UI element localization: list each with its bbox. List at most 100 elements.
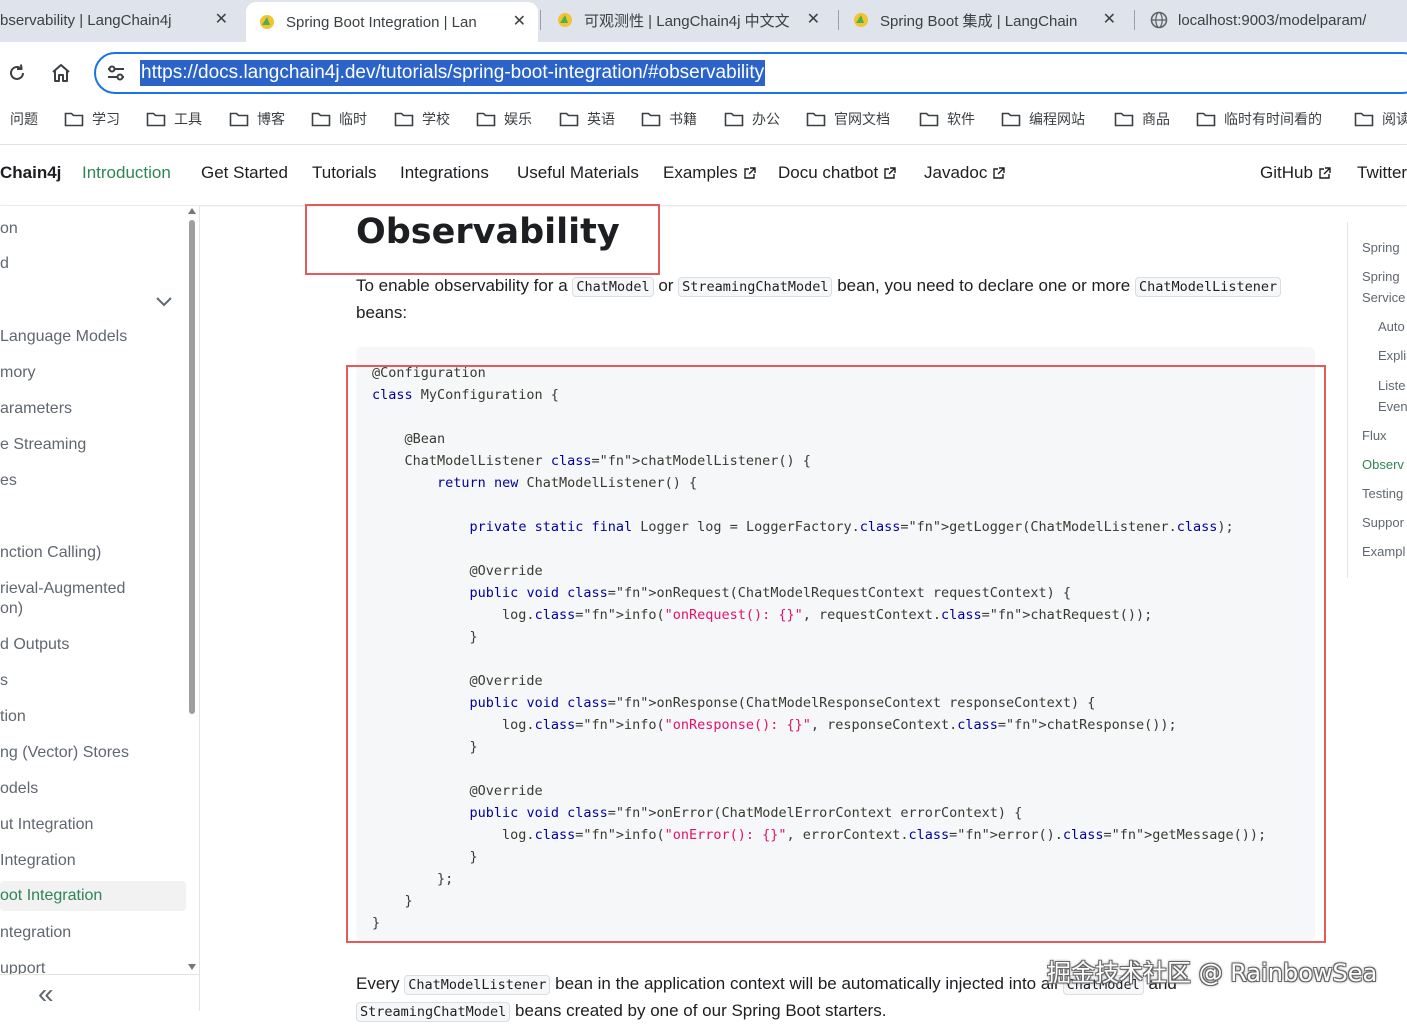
annotation-box-code [346,365,1326,943]
collapse-sidebar-icon[interactable]: « [38,978,54,1010]
sidebar-collapse-bar [0,974,199,1012]
sidebar-item[interactable]: Integration [0,851,76,871]
tab-observability[interactable]: bservability | LangChain4j ✕ [0,0,240,40]
external-link-icon [1319,166,1331,179]
bottom-paragraph-2: StreamingChatModel beans created by one … [356,997,886,1026]
reload-icon[interactable] [6,62,28,84]
bookmark-folder[interactable]: 软件 [919,108,975,130]
sidebar-item[interactable]: ntegration [0,923,71,943]
sidebar-item[interactable]: mory [0,363,36,383]
url-text[interactable]: https://docs.langchain4j.dev/tutorials/s… [140,60,766,86]
body-text: Every [356,974,400,993]
sidebar-item[interactable]: odels [0,779,38,799]
bookmark-folder[interactable]: 编程网站 [1001,108,1085,130]
watermark: 掘金技术社区 @ RainbowSea [1047,959,1378,987]
sidebar-item[interactable]: es [0,471,17,491]
bookmark-folder[interactable]: 书籍 [641,108,697,130]
bookmark-folder[interactable]: 临时有时间看的 [1196,108,1322,130]
sidebar-item[interactable]: s [0,671,8,691]
inline-code: ChatModelListener [404,975,551,995]
sidebar-item[interactable]: nction Calling) [0,543,101,563]
toc-item[interactable]: Suppor [1362,512,1404,533]
nav-examples[interactable]: Examples [663,163,756,183]
intro-paragraph: To enable observability for a ChatModel … [356,272,1282,301]
nav-docu-chatbot[interactable]: Docu chatbot [778,163,896,183]
nav-tutorials[interactable]: Tutorials [312,163,377,183]
bookmark-folder[interactable]: 学校 [394,108,450,130]
toc-item[interactable]: Flux [1362,425,1387,446]
intro-text: To enable observability for a [356,276,568,295]
toc-item[interactable]: Spring [1362,237,1400,258]
close-icon[interactable]: ✕ [513,11,526,31]
bookmark-folder[interactable]: 阅读 [1354,108,1407,130]
toc-item[interactable]: Service [1362,287,1405,308]
close-icon[interactable]: ✕ [807,9,820,29]
site-settings-icon[interactable] [105,62,127,84]
sidebar-item[interactable]: on) [0,599,23,619]
toc-item[interactable]: Spring [1362,266,1400,287]
nav-github[interactable]: GitHub [1260,163,1331,183]
bookmark-label: 书籍 [669,111,697,127]
nav-introduction[interactable]: Introduction [82,163,171,183]
bookmark-folder[interactable]: 英语 [559,108,615,130]
toc-item[interactable]: Observ [1362,454,1404,475]
sidebar-item[interactable]: on [0,219,18,239]
nav-twitter[interactable]: Twitter [1357,163,1407,183]
bookmark-folder[interactable]: 问题 [10,108,38,130]
bookmark-folder[interactable]: 学习 [64,108,120,130]
toc-item[interactable]: Exampl [1362,541,1405,562]
external-link-icon [884,166,896,179]
bookmark-folder[interactable]: 博客 [229,108,285,130]
sidebar-item[interactable]: ut Integration [0,815,93,835]
inline-code: ChatModel [572,277,654,297]
external-link-icon [743,166,756,179]
bookmark-folder[interactable]: 商品 [1114,108,1170,130]
sidebar-item[interactable]: arameters [0,399,72,419]
scroll-down-arrow[interactable] [188,964,196,970]
toc-item[interactable]: Testing [1362,483,1403,504]
bookmark-folder[interactable]: 工具 [146,108,202,130]
bookmark-label: 学习 [92,111,120,127]
chevron-down-icon[interactable] [155,294,173,308]
folder-icon [476,112,496,127]
tab-title: bservability | LangChain4j [0,11,172,29]
tab-title: Spring Boot 集成 | LangChain [880,12,1078,30]
sidebar-item[interactable]: Language Models [0,327,127,347]
nav-javadoc-label: Javadoc [924,163,988,182]
nav-javadoc[interactable]: Javadoc [924,163,1006,183]
sidebar-item[interactable]: e Streaming [0,435,86,455]
bookmark-folder[interactable]: 娱乐 [476,108,532,130]
scroll-up-arrow[interactable] [188,208,196,214]
folder-icon [641,112,661,127]
sidebar-item[interactable]: d [0,254,9,274]
close-icon[interactable]: ✕ [215,9,228,29]
site-brand[interactable]: Chain4j [0,163,61,183]
nav-integrations[interactable]: Integrations [400,163,489,183]
sidebar-item[interactable]: tion [0,707,26,727]
page-title: Observability [356,212,620,252]
bookmark-label: 软件 [947,111,975,127]
sidebar-item[interactable]: rieval-Augmented [0,579,125,599]
nav-useful-materials[interactable]: Useful Materials [517,163,639,183]
nav-get-started[interactable]: Get Started [201,163,288,183]
sidebar-item[interactable]: ng (Vector) Stores [0,743,129,763]
close-icon[interactable]: ✕ [1103,9,1116,29]
home-icon[interactable] [50,62,72,84]
sidebar-item-active[interactable]: oot Integration [0,881,186,911]
nav-github-label: GitHub [1260,163,1313,182]
bookmark-label: 问题 [10,111,38,127]
bookmark-folder[interactable]: 临时 [311,108,367,130]
bookmark-folder[interactable]: 办公 [724,108,780,130]
tab-localhost[interactable]: localhost:9003/modelparam/ [1150,0,1407,40]
tab-spring-boot-integration[interactable]: Spring Boot Integration | Lan ✕ [246,2,538,42]
tab-observability-cn[interactable]: 可观测性 | LangChain4j 中文文 ✕ [556,0,836,40]
toc-item[interactable]: Expli [1378,345,1406,366]
toc-item[interactable]: Auto [1378,316,1405,337]
bookmark-label: 商品 [1142,111,1170,127]
sidebar-scrollbar[interactable] [189,220,195,714]
toc-item[interactable]: Even [1378,396,1407,417]
bookmark-folder[interactable]: 官网文档 [806,108,890,130]
toc-item[interactable]: Liste [1378,375,1405,396]
tab-spring-boot-cn[interactable]: Spring Boot 集成 | LangChain ✕ [852,0,1132,40]
sidebar-item[interactable]: d Outputs [0,635,69,655]
